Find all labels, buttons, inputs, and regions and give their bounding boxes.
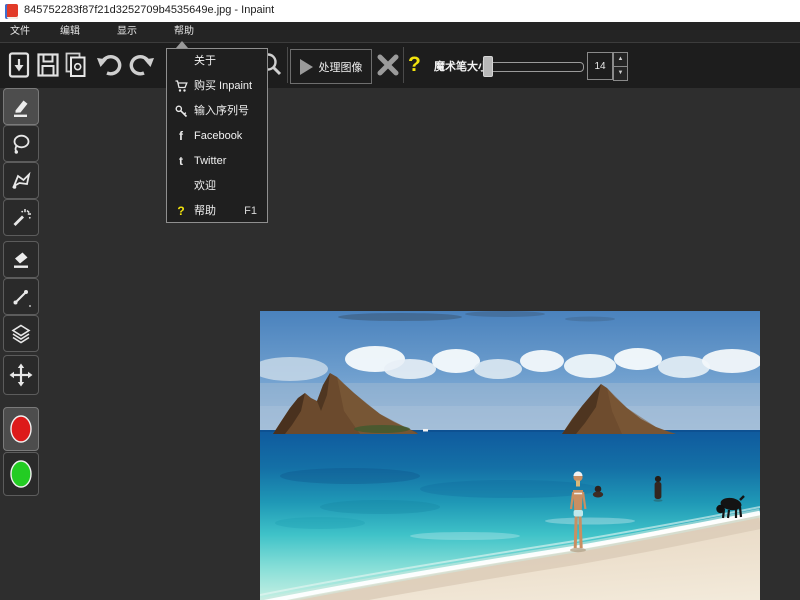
menu-item-buy-inpaint[interactable]: 购买 Inpaint bbox=[167, 74, 267, 99]
move-icon bbox=[9, 363, 33, 387]
menu-item-facebook[interactable]: f Facebook bbox=[167, 124, 267, 149]
process-image-label: 处理图像 bbox=[319, 59, 363, 75]
help-dropdown-menu: 关于 购买 Inpaint 输入序列号 f bbox=[166, 48, 268, 223]
redo-button[interactable] bbox=[128, 49, 156, 81]
toolbar-help-icon[interactable]: ? bbox=[408, 52, 421, 78]
menu-bar: 文件 编辑 显示 帮助 bbox=[0, 22, 800, 43]
app-icon bbox=[5, 4, 18, 19]
dropdown-arrow bbox=[176, 41, 188, 48]
menu-file[interactable]: 文件 bbox=[0, 22, 40, 42]
undo-button[interactable] bbox=[95, 49, 123, 81]
line-icon bbox=[10, 286, 32, 308]
eraser-icon bbox=[10, 249, 32, 271]
process-image-button[interactable]: 处理图像 bbox=[290, 49, 372, 84]
brush-size-input[interactable] bbox=[587, 52, 613, 80]
open-button[interactable] bbox=[5, 49, 33, 81]
show-original-icon bbox=[64, 52, 88, 78]
tool-line[interactable] bbox=[3, 278, 39, 315]
magic-wand-icon bbox=[10, 207, 32, 229]
menu-item-welcome[interactable]: 欢迎 bbox=[167, 174, 267, 199]
tool-magic-wand[interactable] bbox=[3, 199, 39, 236]
menu-item-help-shortcut: F1 bbox=[244, 199, 257, 224]
green-mask-icon bbox=[8, 458, 34, 490]
menu-view[interactable]: 显示 bbox=[107, 22, 147, 42]
lasso-icon bbox=[10, 133, 32, 155]
tool-move[interactable] bbox=[3, 355, 39, 395]
undo-icon bbox=[95, 52, 123, 78]
brush-size-spinner: ▲ ▼ bbox=[613, 52, 626, 80]
red-mask-icon bbox=[8, 413, 34, 445]
editor-canvas[interactable] bbox=[45, 88, 800, 600]
polygon-lasso-icon bbox=[10, 170, 32, 192]
play-icon bbox=[300, 59, 313, 75]
save-icon bbox=[36, 52, 60, 78]
marker-icon bbox=[10, 96, 32, 118]
brush-size-slider-thumb[interactable] bbox=[483, 56, 493, 77]
menu-item-enter-serial[interactable]: 输入序列号 bbox=[167, 99, 267, 124]
x-icon bbox=[376, 53, 400, 77]
menu-item-twitter[interactable]: t Twitter bbox=[167, 149, 267, 174]
brush-size-slider[interactable] bbox=[487, 62, 584, 72]
redo-icon bbox=[128, 52, 156, 78]
layers-icon bbox=[10, 323, 32, 345]
tool-polygon-lasso[interactable] bbox=[3, 162, 39, 199]
toolbar-separator bbox=[403, 47, 404, 83]
question-icon: ? bbox=[173, 199, 189, 224]
save-button[interactable] bbox=[34, 49, 62, 81]
menu-item-help[interactable]: ? 帮助 F1 bbox=[167, 199, 267, 224]
facebook-icon: f bbox=[173, 124, 189, 149]
menu-help[interactable]: 帮助 bbox=[164, 22, 204, 42]
cart-icon bbox=[173, 74, 189, 99]
spin-down-button[interactable]: ▼ bbox=[613, 66, 628, 81]
toolbar: 处理图像 ? 魔术笔大小 ▲ ▼ bbox=[0, 43, 800, 88]
tool-layers[interactable] bbox=[3, 315, 39, 352]
title-bar[interactable]: 845752283f87f21d3252709b4535649e.jpg - I… bbox=[0, 0, 800, 22]
spin-up-button[interactable]: ▲ bbox=[613, 52, 628, 67]
key-icon bbox=[173, 99, 189, 124]
tool-lasso[interactable] bbox=[3, 125, 39, 162]
toolbar-separator bbox=[287, 47, 288, 83]
clear-selection-button[interactable] bbox=[374, 49, 402, 81]
tool-mask-green[interactable] bbox=[3, 452, 39, 496]
window-title: 845752283f87f21d3252709b4535649e.jpg - I… bbox=[24, 4, 274, 16]
menu-item-about[interactable]: 关于 bbox=[167, 49, 267, 74]
tool-eraser[interactable] bbox=[3, 241, 39, 278]
brush-size-label: 魔术笔大小 bbox=[434, 58, 489, 74]
show-original-button[interactable] bbox=[62, 49, 90, 81]
open-icon bbox=[7, 52, 31, 78]
tool-mask-red[interactable] bbox=[3, 407, 39, 451]
inpaint-window: 845752283f87f21d3252709b4535649e.jpg - I… bbox=[0, 0, 800, 600]
photo-beach-scene[interactable] bbox=[260, 311, 760, 600]
tool-marker[interactable] bbox=[3, 88, 39, 125]
twitter-icon: t bbox=[173, 149, 189, 174]
menu-edit[interactable]: 编辑 bbox=[50, 22, 90, 42]
